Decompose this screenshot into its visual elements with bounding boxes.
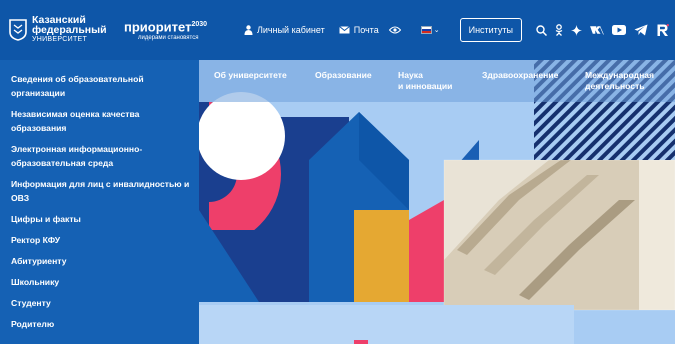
institutes-button[interactable]: Институты (459, 18, 522, 42)
odnoklassniki-icon[interactable] (555, 24, 563, 36)
priority-tagline: лидерами становятся (138, 35, 199, 42)
kfu-logo[interactable]: Казанский федеральный УНИВЕРСИТЕТ (8, 15, 112, 45)
mail-label: Почта (353, 25, 379, 35)
building-photo (444, 160, 675, 310)
logo-line-2: федеральный (32, 24, 107, 36)
nav-education[interactable]: Образование (315, 70, 372, 81)
priority-title: приоритет (124, 19, 192, 35)
accessibility-button[interactable] (388, 26, 401, 34)
yellow-block (354, 210, 409, 302)
sidebar-item-parent[interactable]: Родителю (0, 317, 199, 331)
sidebar-item-organization-info[interactable]: Сведения об образовательной организации (0, 72, 199, 100)
logo-line-3: УНИВЕРСИТЕТ (32, 36, 88, 43)
sidebar-item-disability-info[interactable]: Информация для лиц с инвалидностью и ОВЗ (0, 177, 199, 205)
telegram-icon[interactable] (634, 24, 648, 36)
nav-about-university[interactable]: Об университете (214, 70, 287, 81)
sidebar-item-pupil[interactable]: Школьнику (0, 275, 199, 289)
sidebar-item-facts-figures[interactable]: Цифры и факты (0, 212, 199, 226)
personal-cabinet-label: Личный кабинет (257, 25, 325, 35)
youtube-icon[interactable] (612, 25, 626, 35)
sidebar-menu: Сведения об образовательной организации … (0, 60, 199, 344)
search-icon[interactable] (536, 24, 547, 36)
accessibility-eye-icon (388, 26, 401, 34)
flag-red-stripe (421, 31, 431, 33)
vk-icon[interactable] (590, 25, 604, 35)
language-selector[interactable]: ⌄ (420, 26, 440, 34)
sidebar-item-student[interactable]: Студенту (0, 296, 199, 310)
kfu-emblem-icon (9, 19, 27, 41)
chevron-down-icon: ⌄ (433, 27, 440, 34)
mail-link[interactable]: Почта (338, 25, 379, 35)
white-circle (199, 92, 285, 180)
personal-cabinet-link[interactable]: Личный кабинет (244, 25, 325, 35)
sidebar-item-e-learning-environment[interactable]: Электронная информационно-образовательна… (0, 142, 199, 170)
sidebar-item-rector[interactable]: Ректор КФУ (0, 233, 199, 247)
sidebar-item-applicant[interactable]: Абитуриенту (0, 254, 199, 268)
nav-science-innovation[interactable]: Наука и инновации (398, 70, 452, 92)
russian-flag-icon (420, 26, 432, 34)
priority-2030-logo[interactable]: приоритет2030 лидерами становятся (124, 18, 216, 42)
nav-healthcare[interactable]: Здравоохранение (482, 70, 558, 81)
sparkle-icon[interactable] (571, 24, 582, 36)
sidebar-item-quality-assessment[interactable]: Независимая оценка качества образования (0, 107, 199, 135)
rutube-icon[interactable] (656, 24, 669, 36)
mail-icon (338, 26, 350, 34)
hero-banner: Об университете Образование Наука и инно… (199, 60, 675, 344)
top-header: Казанский федеральный УНИВЕРСИТЕТ приори… (0, 0, 675, 60)
user-icon (244, 25, 253, 35)
hero-artwork (199, 60, 675, 344)
priority-year: 2030 (191, 20, 208, 28)
main-navigation: Об университете Образование Наука и инно… (199, 60, 675, 102)
header-icons (536, 24, 669, 36)
nav-international[interactable]: Международная деятельность (585, 70, 654, 92)
